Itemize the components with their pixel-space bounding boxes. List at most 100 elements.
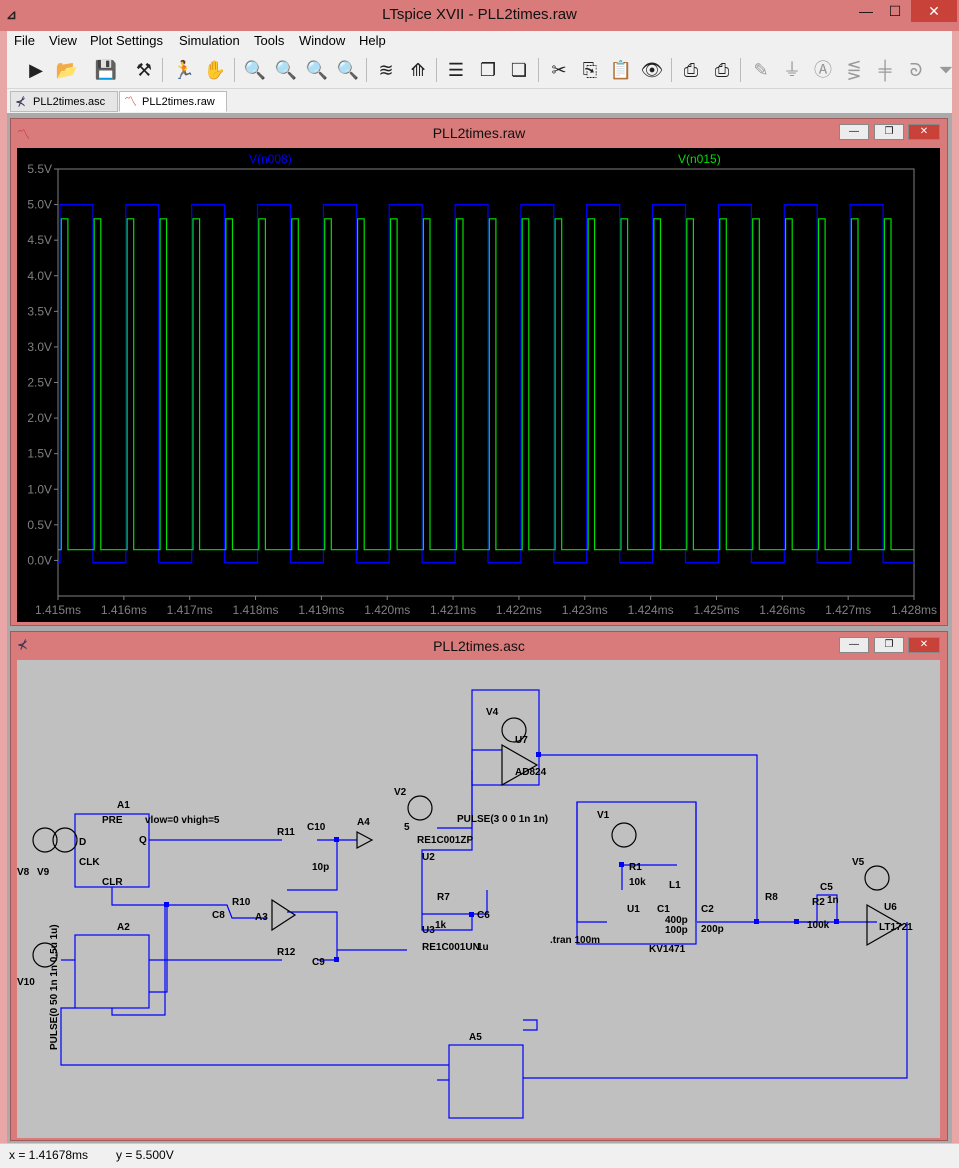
resistor-icon[interactable]: ⋚ [841, 57, 867, 83]
schematic-wires [60, 689, 908, 1119]
x-tick-label[interactable]: 1.426ms [759, 603, 805, 617]
x-tick-label[interactable]: 1.422ms [496, 603, 542, 617]
label-net-icon[interactable]: Ⓐ [810, 57, 836, 83]
svg-text:10p: 10p [312, 862, 329, 873]
cascade-icon[interactable]: ❐ [475, 57, 501, 83]
halt-icon[interactable]: ✋ [202, 57, 228, 83]
y-tick-label[interactable]: 3.5V [27, 304, 52, 318]
print-setup-icon[interactable]: ⎙ [709, 57, 735, 83]
paste-icon[interactable]: 📋 [608, 57, 634, 83]
menu-bar: File View Plot Settings Simulation Tools… [7, 31, 952, 51]
schematic-close-button[interactable]: ✕ [908, 637, 940, 653]
save-icon[interactable]: 💾 [93, 57, 119, 83]
x-tick-label[interactable]: 1.418ms [233, 603, 279, 617]
y-tick-label[interactable]: 4.0V [27, 269, 52, 283]
y-tick-label[interactable]: 5.0V [27, 198, 52, 212]
svg-text:V1: V1 [597, 810, 610, 821]
tab-schematic[interactable]: ⊀ PLL2times.asc [10, 91, 118, 112]
x-tick-label[interactable]: 1.417ms [167, 603, 213, 617]
waveform-restore-button[interactable]: ❐ [874, 124, 904, 140]
menu-file[interactable]: File [14, 33, 35, 48]
copy-icon[interactable]: ⎘ [577, 57, 603, 83]
autorange-icon[interactable]: ≋ [373, 57, 399, 83]
svg-text:V9: V9 [37, 867, 50, 878]
y-tick-label[interactable]: 2.0V [27, 411, 52, 425]
maximize-button[interactable]: ☐ [880, 0, 910, 22]
waveform-plot[interactable]: 0.0V 0.5V 1.0V 1.5V 2.0V 2.5V 3.0V 3.5V 4.0V 4.5V… [17, 148, 940, 622]
svg-text:10k: 10k [629, 877, 646, 888]
svg-text:U2: U2 [422, 852, 435, 863]
schematic-window: ⊀ PLL2times.asc — ❐ ✕ A1 PRE D Q CLK CLR… [10, 631, 948, 1141]
diode-icon[interactable]: ⏷ [933, 57, 959, 83]
control-panel-icon[interactable]: ⚒ [131, 57, 157, 83]
x-tick-label[interactable]: 1.419ms [298, 603, 344, 617]
flipflop-a2[interactable] [74, 934, 150, 1009]
menu-simulation[interactable]: Simulation [179, 33, 240, 48]
open-folder-icon[interactable]: 📂 [54, 57, 80, 83]
y-tick-label[interactable]: 5.5V [27, 162, 52, 176]
trace-label-n015[interactable]: V(n015) [678, 152, 721, 166]
x-tick-label[interactable]: 1.425ms [693, 603, 739, 617]
x-tick-label[interactable]: 1.423ms [562, 603, 608, 617]
run-icon[interactable]: 🏃 [171, 57, 197, 83]
menu-plot-settings[interactable]: Plot Settings [90, 33, 163, 48]
menu-window[interactable]: Window [299, 33, 345, 48]
draw-wire-icon[interactable]: ✎ [748, 57, 774, 83]
zoom-in-icon[interactable]: 🔍 [242, 57, 268, 83]
mark-unref-icon[interactable]: ⟰ [405, 57, 431, 83]
svg-text:PULSE(0 50 1n 1n 0.5u 1u): PULSE(0 50 1n 1n 0.5u 1u) [49, 924, 60, 1050]
x-tick-label[interactable]: 1.424ms [628, 603, 674, 617]
zoom-cancel-icon[interactable]: 🔍 [335, 57, 361, 83]
x-tick-label[interactable]: 1.415ms [35, 603, 81, 617]
y-tick-label[interactable]: 1.0V [27, 482, 52, 496]
tile-horizontal-icon[interactable]: ☰ [443, 57, 469, 83]
zoom-fit-icon[interactable]: 🔍 [273, 57, 299, 83]
trace-label-n008[interactable]: V(n008) [249, 152, 292, 166]
ground-icon[interactable]: ⏚ [779, 57, 805, 83]
svg-text:Q: Q [139, 835, 147, 846]
menu-view[interactable]: View [49, 33, 77, 48]
schematic-minimize-button[interactable]: — [839, 637, 869, 653]
minimize-button[interactable]: — [851, 0, 881, 22]
svg-text:A5: A5 [469, 1032, 482, 1043]
toolbar-separator [436, 58, 437, 82]
print-icon[interactable]: ⎙ [678, 57, 704, 83]
svg-text:U7: U7 [515, 735, 528, 746]
svg-text:200p: 200p [701, 924, 724, 935]
tile-vertical-icon[interactable]: ❏ [506, 57, 532, 83]
find-icon[interactable]: 👁 [639, 57, 665, 83]
x-tick-label[interactable]: 1.427ms [825, 603, 871, 617]
x-tick-label[interactable]: 1.420ms [364, 603, 410, 617]
new-schematic-icon[interactable]: ▶ [23, 57, 49, 83]
x-tick-label[interactable]: 1.428ms [891, 603, 937, 617]
tab-waveform[interactable]: 〽 PLL2times.raw [119, 91, 227, 112]
schematic-restore-button[interactable]: ❐ [874, 637, 904, 653]
menu-tools[interactable]: Tools [254, 33, 284, 48]
y-tick-label[interactable]: 0.0V [27, 553, 52, 567]
y-tick-label[interactable]: 2.5V [27, 376, 52, 390]
capacitor-icon[interactable]: ╪ [872, 57, 898, 83]
x-tick-label[interactable]: 1.416ms [101, 603, 147, 617]
plot-pane[interactable]: 0.0V 0.5V 1.0V 1.5V 2.0V 2.5V 3.0V 3.5V 4.0V 4.5V… [17, 148, 940, 622]
cut-icon[interactable]: ✂ [546, 57, 572, 83]
zoom-out-icon[interactable]: 🔍 [304, 57, 330, 83]
waveform-close-button[interactable]: ✕ [908, 124, 940, 140]
waveform-minimize-button[interactable]: — [839, 124, 869, 140]
waveform-window-titlebar[interactable]: 〽 PLL2times.raw — ❐ ✕ [11, 119, 947, 146]
close-button[interactable]: ✕ [911, 0, 957, 22]
schematic-drawing[interactable]: A1 PRE D Q CLK CLR vlow=0 vhigh=5 A2 A3 … [17, 660, 940, 1138]
toolbar-separator [671, 58, 672, 82]
flipflop-a5[interactable] [448, 1044, 524, 1119]
y-tick-label[interactable]: 0.5V [27, 518, 52, 532]
y-tick-label[interactable]: 4.5V [27, 233, 52, 247]
svg-text:C10: C10 [307, 822, 326, 833]
y-tick-label[interactable]: 1.5V [27, 447, 52, 461]
schematic-window-titlebar[interactable]: ⊀ PLL2times.asc — ❐ ✕ [11, 632, 947, 659]
menu-help[interactable]: Help [359, 33, 386, 48]
y-tick-label[interactable]: 3.0V [27, 340, 52, 354]
schematic-canvas[interactable]: A1 PRE D Q CLK CLR vlow=0 vhigh=5 A2 A3 … [17, 660, 940, 1138]
x-tick-label[interactable]: 1.421ms [430, 603, 476, 617]
schematic-labels: A1 PRE D Q CLK CLR vlow=0 vhigh=5 A2 A3 … [17, 707, 913, 1050]
svg-text:U3: U3 [422, 925, 435, 936]
inductor-icon[interactable]: ᘐ [903, 57, 929, 83]
